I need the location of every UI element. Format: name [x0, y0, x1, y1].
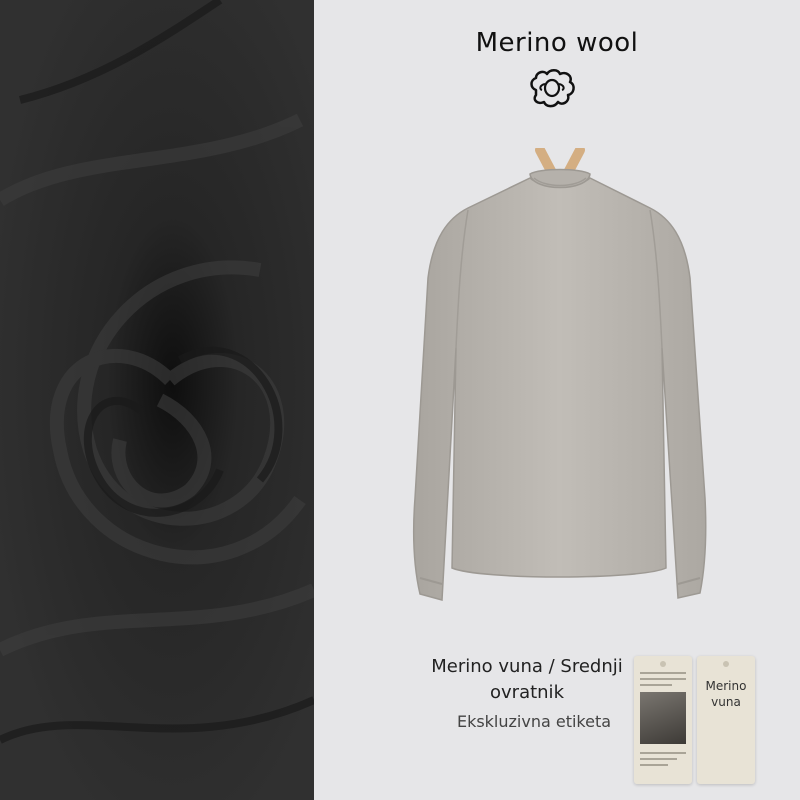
caption-line-1: Merino vuna / Srednji: [431, 656, 623, 677]
product-panel: Merino wool Merino vuna / Srednji ovratn…: [314, 0, 800, 800]
sheep-photo: [640, 692, 686, 744]
sheep-icon: [526, 66, 578, 114]
caption-subtitle: Ekskluzivna etiketa: [456, 712, 612, 731]
tag-label-line-2: vuna: [711, 695, 741, 709]
label-tag-merino: Merino vuna: [697, 656, 755, 784]
tag-label-text: Merino vuna: [697, 678, 755, 710]
page-title: Merino wool: [475, 28, 639, 58]
tag-text-lines: [640, 672, 686, 690]
tag-hole: [660, 661, 666, 667]
tag-hole: [723, 661, 729, 667]
caption-line-2: ovratnik: [490, 682, 564, 703]
product-caption: Merino vuna / Srednji ovratnik: [392, 654, 662, 706]
fabric-closeup-image: [0, 0, 314, 800]
label-tag-with-photo: [634, 656, 692, 784]
turtleneck-shirt-image: [400, 145, 720, 618]
fabric-swirl: [0, 0, 314, 800]
tag-label-line-1: Merino: [705, 679, 747, 693]
tag-footer-lines: [640, 752, 686, 770]
